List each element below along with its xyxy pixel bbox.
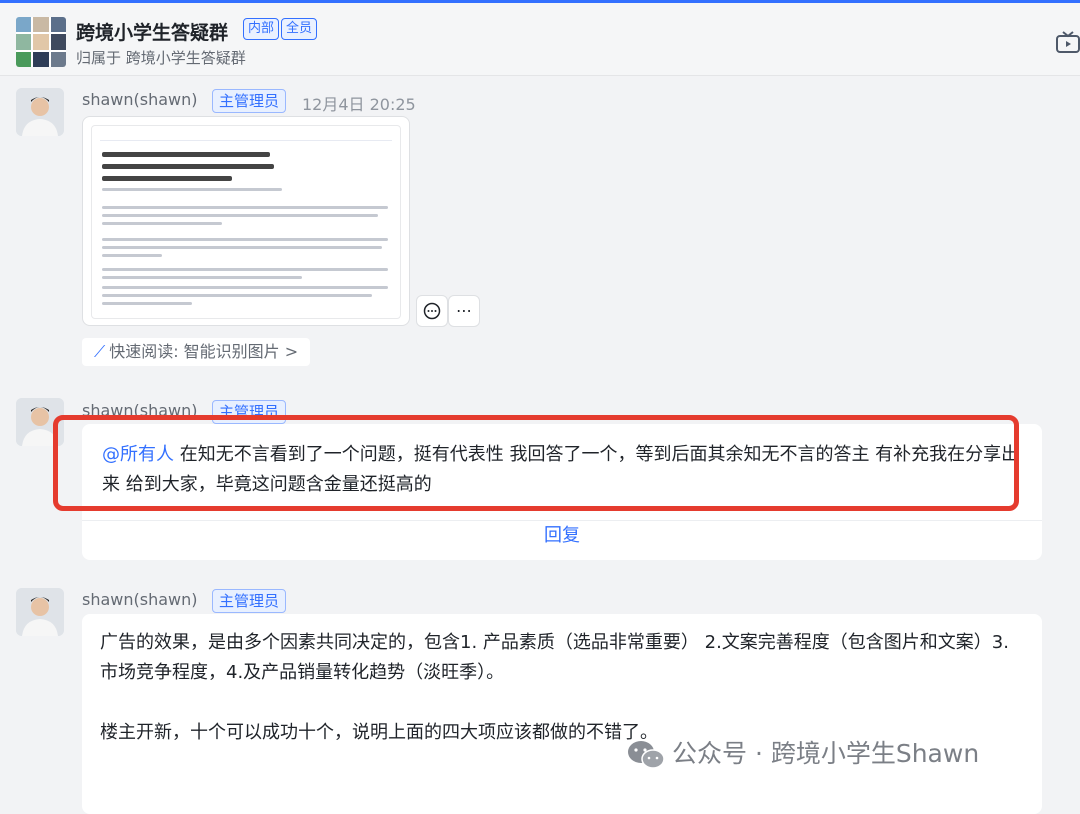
person-icon [16,88,64,136]
image-attachment[interactable] [82,116,410,326]
more-options-icon[interactable]: ⋯ [448,295,480,327]
screenshot-thumbnail [91,125,401,319]
group-title: 跨境小学生答疑群 [76,22,229,44]
sender-avatar[interactable] [16,88,64,136]
message-time: 12月4日 20:25 [302,95,416,114]
all-members-tag: 全员 [281,18,318,40]
person-icon [16,588,64,636]
watermark-text: 公众号 · 跨境小学生Shawn [672,739,980,768]
role-badge: 主管理员 [212,89,287,113]
red-highlight-box [53,415,1019,511]
group-avatar[interactable] [16,17,66,67]
reply-button[interactable]: 回复 [82,524,1042,548]
quick-read-label: 快速阅读: 智能识别图片 > [109,342,299,361]
quick-read-button[interactable]: ⟋ 快速阅读: 智能识别图片 > [82,338,311,366]
role-badge: 主管理员 [212,589,287,613]
message-bubble: 广告的效果，是由多个因素共同决定的，包含1. 产品素质（选品非常重要） 2.文案… [82,614,1042,814]
sender-avatar[interactable] [16,588,64,636]
chat-header: 跨境小学生答疑群 内部 全员 归属于 跨境小学生答疑群 [0,3,1080,76]
message-paragraph: 广告的效果，是由多个因素共同决定的，包含1. 产品素质（选品非常重要） 2.文案… [100,632,1009,683]
group-subtitle[interactable]: 归属于 跨境小学生答疑群 [76,47,246,68]
wechat-icon [628,741,665,769]
magic-wand-icon: ⟋ [94,342,106,361]
watermark: 公众号 · 跨境小学生Shawn [626,736,979,772]
divider [82,520,1042,521]
sender-name[interactable]: shawn(shawn) [82,90,198,109]
sender-name[interactable]: shawn(shawn) [82,590,198,609]
internal-tag: 内部 [243,18,280,40]
comment-icon[interactable] [416,295,448,327]
live-tv-icon[interactable] [1056,31,1080,53]
